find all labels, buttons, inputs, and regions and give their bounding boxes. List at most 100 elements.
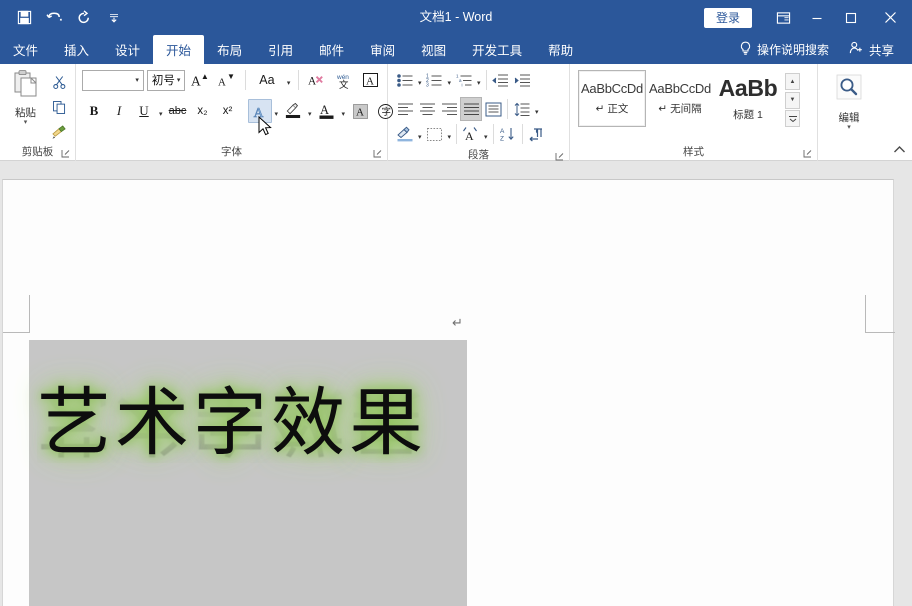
svg-text:A: A (500, 128, 505, 135)
justify-button[interactable] (460, 97, 482, 121)
show-formatting-marks-button[interactable] (526, 122, 548, 146)
editing-button[interactable]: 编辑 ▾ (822, 67, 876, 131)
tab-home[interactable]: 开始 (153, 35, 204, 64)
multilevel-list-caret-icon[interactable]: ▾ (475, 68, 483, 92)
change-case-button[interactable]: Aa (252, 68, 282, 92)
style-item-heading1[interactable]: AaBb 标题 1 (714, 70, 782, 127)
maximize-icon[interactable] (834, 0, 868, 35)
distribute-button[interactable] (482, 97, 504, 121)
increase-indent-button[interactable] (512, 68, 534, 92)
subscript-button[interactable]: x₂ (191, 99, 215, 123)
tab-design[interactable]: 设计 (102, 35, 153, 64)
asian-layout-caret-icon[interactable]: ▾ (482, 122, 490, 146)
selected-text-block[interactable]: 艺术字效果 艺术字效果 (29, 340, 467, 606)
tab-references[interactable]: 引用 (255, 35, 306, 64)
font-dialog-launcher-icon[interactable] (372, 147, 382, 157)
text-highlight-caret-icon[interactable]: ▾ (306, 99, 314, 123)
share-button[interactable]: 共享 (841, 40, 902, 59)
bold-button[interactable]: B (82, 99, 106, 123)
text-effects-caret-icon[interactable]: ▾ (273, 99, 281, 123)
cut-button[interactable] (47, 71, 71, 94)
tell-me-search[interactable]: 操作说明搜索 (731, 41, 837, 59)
tab-view[interactable]: 视图 (408, 35, 459, 64)
shading-button[interactable] (394, 122, 416, 146)
tab-insert[interactable]: 插入 (51, 35, 102, 64)
font-name-combo[interactable]: ▾ (82, 70, 144, 91)
minimize-icon[interactable] (800, 0, 834, 35)
tab-layout[interactable]: 布局 (204, 35, 255, 64)
paragraph-dialog-launcher-icon[interactable] (554, 150, 564, 160)
save-icon[interactable] (10, 5, 38, 31)
line-spacing-caret-icon[interactable]: ▾ (533, 97, 541, 121)
italic-button[interactable]: I (107, 99, 131, 123)
superscript-button[interactable]: x² (216, 99, 240, 123)
redo-icon[interactable] (70, 5, 98, 31)
document-area[interactable]: 艺术字效果 艺术字效果 ↵ (0, 161, 912, 606)
copy-button[interactable] (47, 96, 71, 119)
paste-caret-icon[interactable]: ▾ (24, 120, 28, 126)
bold-label: B (90, 103, 99, 119)
editing-group-label (818, 144, 880, 161)
text-highlight-button[interactable] (281, 99, 305, 123)
close-icon[interactable] (868, 0, 912, 35)
clipboard-dialog-launcher-icon[interactable] (60, 147, 70, 157)
change-case-caret-icon[interactable]: ▾ (285, 68, 293, 92)
collapse-ribbon-icon[interactable] (893, 145, 906, 157)
decrease-indent-button[interactable] (490, 68, 512, 92)
undo-icon[interactable] (40, 5, 68, 31)
align-right-button[interactable] (438, 97, 460, 121)
underline-caret-icon[interactable]: ▾ (157, 99, 165, 123)
tab-file[interactable]: 文件 (0, 35, 51, 64)
paragraph-group-label-text: 段落 (468, 149, 489, 161)
ribbon-tabs: 文件 插入 设计 开始 布局 引用 邮件 审阅 视图 开发工具 帮助 操作说明搜… (0, 35, 912, 64)
character-border-button[interactable]: A (359, 68, 383, 92)
align-center-button[interactable] (416, 97, 438, 121)
bullets-caret-icon[interactable]: ▾ (416, 68, 424, 92)
line-spacing-button[interactable] (511, 97, 533, 121)
svg-text:Z: Z (500, 136, 504, 143)
numbering-caret-icon[interactable]: ▾ (446, 68, 454, 92)
tab-help[interactable]: 帮助 (535, 35, 586, 64)
style-item-no-spacing[interactable]: AaBbCcDd ↵ 无间隔 (646, 70, 714, 127)
phonetic-guide-button[interactable]: wén 文 (332, 68, 356, 92)
borders-caret-icon[interactable]: ▾ (446, 122, 454, 146)
bullets-button[interactable] (394, 68, 416, 92)
text-effects-button[interactable]: A (248, 99, 272, 123)
font-color-button[interactable]: A (315, 99, 339, 123)
magnifier-icon (834, 73, 864, 108)
paste-button[interactable]: 粘贴 ▾ (4, 69, 47, 144)
underline-button[interactable]: U (132, 99, 156, 123)
align-left-button[interactable] (394, 97, 416, 121)
document-page[interactable]: 艺术字效果 艺术字效果 ↵ (2, 179, 894, 606)
multilevel-list-button[interactable]: 1 a i (453, 68, 475, 92)
customize-qat-icon[interactable] (100, 5, 128, 31)
tab-mailings[interactable]: 邮件 (306, 35, 357, 64)
ribbon-display-options-icon[interactable] (766, 0, 800, 35)
numbering-button[interactable]: 1 2 3 (424, 68, 446, 92)
style-item-normal[interactable]: AaBbCcDd ↵ 正文 (578, 70, 646, 127)
grow-font-button[interactable]: A▲ (188, 68, 212, 92)
tab-developer[interactable]: 开发工具 (459, 35, 535, 64)
borders-button[interactable] (424, 122, 446, 146)
styles-scroll-down-icon[interactable]: ▼ (785, 92, 800, 109)
format-painter-button[interactable] (47, 121, 71, 144)
asian-layout-button[interactable]: A (460, 122, 482, 146)
group-paragraph: ▾ 1 2 3 ▾ 1 a i (388, 64, 570, 161)
strikethrough-button[interactable]: abc (166, 99, 190, 123)
font-size-caret-icon[interactable]: ▾ (175, 76, 183, 84)
character-shading-button[interactable]: A (348, 99, 372, 123)
font-color-caret-icon[interactable]: ▾ (340, 99, 348, 123)
wordart-text[interactable]: 艺术字效果 (37, 380, 427, 466)
shrink-font-button[interactable]: A▼ (215, 68, 239, 92)
font-name-caret-icon[interactable]: ▾ (133, 76, 141, 84)
shading-caret-icon[interactable]: ▾ (416, 122, 424, 146)
editing-caret-icon[interactable]: ▾ (847, 125, 851, 131)
clear-formatting-button[interactable]: A (305, 68, 329, 92)
sort-button[interactable]: A Z (497, 122, 519, 146)
sign-in-button[interactable]: 登录 (704, 8, 752, 28)
styles-dialog-launcher-icon[interactable] (802, 147, 812, 157)
font-size-combo[interactable]: 初号 ▾ (147, 70, 186, 91)
styles-more-icon[interactable] (785, 110, 800, 127)
styles-scroll-up-icon[interactable]: ▲ (785, 73, 800, 90)
tab-review[interactable]: 审阅 (357, 35, 408, 64)
